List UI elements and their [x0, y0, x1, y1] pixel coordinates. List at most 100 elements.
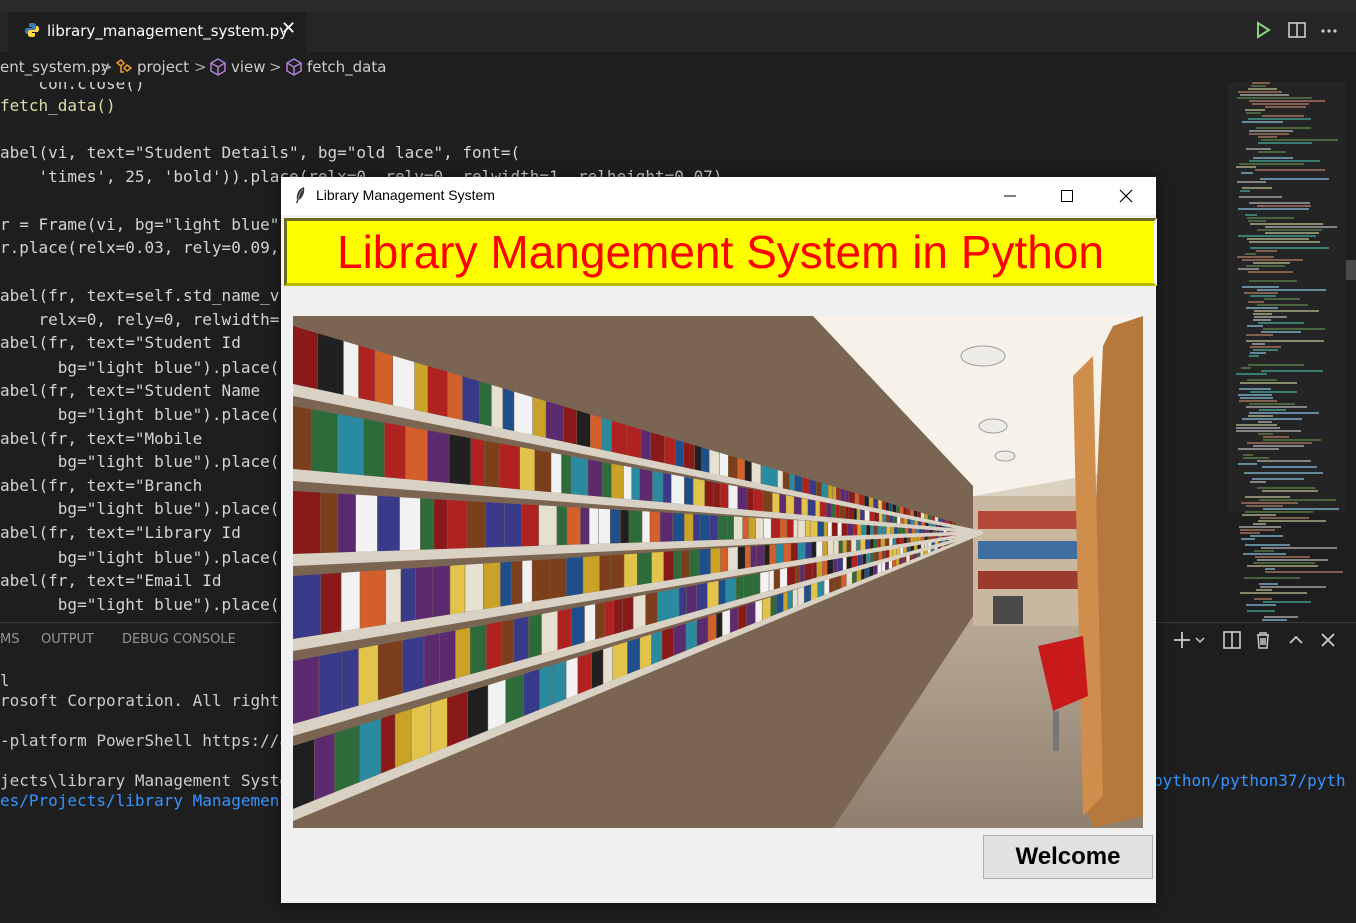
minimap-line	[1257, 559, 1328, 561]
book-spine	[602, 417, 612, 452]
maximize-panel-icon[interactable]	[1286, 630, 1306, 650]
minimap-line	[1250, 352, 1266, 354]
code-line: abel(fr, text="Library Id	[0, 523, 241, 542]
book-spine	[699, 548, 711, 576]
book-spine	[622, 596, 633, 632]
book-spine	[455, 627, 470, 679]
minimap-line	[1242, 187, 1272, 189]
minimap-line	[1256, 127, 1311, 129]
add-terminal-icon[interactable]	[1172, 630, 1210, 650]
book-spine	[439, 630, 456, 684]
minimap-line	[1242, 121, 1283, 123]
terminal-path-link[interactable]: python/python37/pyth	[1153, 771, 1346, 790]
book-spine	[828, 540, 834, 556]
book-spine	[788, 590, 793, 610]
book-spine	[672, 513, 685, 542]
book-spine	[590, 414, 602, 450]
book-spine	[342, 648, 359, 711]
book-spine	[719, 452, 729, 477]
breadcrumb-item-view[interactable]: view	[231, 58, 266, 76]
book-spine	[832, 486, 837, 500]
minimap-line	[1236, 430, 1301, 432]
minimap-line	[1250, 247, 1329, 249]
minimap-line	[1243, 457, 1269, 459]
breadcrumb-item-project[interactable]: project	[137, 58, 189, 76]
editor-scrollbar[interactable]	[1346, 82, 1356, 622]
book-spine	[755, 599, 762, 623]
book-spine	[771, 518, 780, 539]
book-spine	[414, 362, 428, 413]
more-icon[interactable]	[1319, 20, 1339, 40]
scrollbar-thumb[interactable]	[1346, 260, 1356, 280]
book-spine	[832, 522, 838, 537]
tab-problems[interactable]: MS	[0, 632, 19, 647]
book-spine	[736, 576, 744, 600]
book-spine	[841, 522, 848, 536]
book-spine	[686, 585, 697, 614]
book-spine	[737, 486, 747, 510]
minimap-line	[1254, 310, 1319, 312]
book-spine	[728, 484, 738, 509]
library-bookshelves-photo	[293, 316, 1143, 828]
tab-debug-console[interactable]: DEBUG CONSOLE	[122, 632, 236, 647]
book-spine	[763, 518, 771, 539]
book-spine	[639, 468, 653, 502]
book-spine	[882, 525, 887, 535]
book-spine	[571, 606, 585, 646]
book-spine	[812, 562, 817, 579]
book-spine	[402, 636, 424, 694]
minimap-line	[1258, 151, 1286, 153]
minimap-line	[1259, 409, 1286, 411]
welcome-button[interactable]: Welcome	[983, 835, 1153, 879]
code-line: bg="light blue").place(r	[0, 358, 289, 377]
book-spine	[657, 590, 670, 623]
split-editor-icon[interactable]	[1287, 20, 1307, 40]
book-spine	[747, 488, 754, 511]
code-line: fetch_data()	[0, 96, 116, 115]
split-terminal-icon[interactable]	[1222, 630, 1242, 650]
minimap-line	[1248, 301, 1264, 303]
book-spine	[856, 539, 861, 551]
book-spine	[610, 509, 621, 544]
minimize-icon[interactable]	[981, 177, 1039, 215]
book-spine	[770, 595, 777, 617]
book-spine	[853, 507, 857, 520]
minimap-line	[1239, 163, 1304, 165]
book-spine	[449, 434, 471, 485]
tab-filename: library_management_system.py	[47, 22, 289, 40]
close-icon[interactable]	[1097, 177, 1155, 215]
book-spine	[716, 612, 722, 639]
book-spine	[826, 502, 832, 518]
book-spine	[769, 544, 776, 565]
minimap-line	[1256, 250, 1277, 252]
minimap[interactable]	[1228, 82, 1346, 622]
book-spine	[846, 571, 852, 586]
book-spine	[805, 542, 811, 559]
maximize-icon[interactable]	[1038, 177, 1096, 215]
breadcrumb-item-file[interactable]: ent_system.py	[0, 58, 110, 76]
run-icon[interactable]	[1253, 20, 1273, 40]
book-spine	[465, 563, 484, 613]
book-spine	[480, 381, 492, 427]
breadcrumb-item-fetch-data[interactable]: fetch_data	[307, 58, 386, 76]
tab-output[interactable]: OUTPUT	[41, 632, 94, 647]
tk-title-bar[interactable]: Library Management System	[281, 177, 1156, 215]
minimap-line	[1258, 520, 1326, 522]
minimap-line	[1243, 454, 1253, 456]
book-spine	[780, 519, 787, 538]
book-spine	[651, 551, 664, 583]
book-spine	[320, 492, 338, 554]
book-spine	[641, 429, 651, 461]
tab-close-icon[interactable]: ✕	[281, 18, 296, 39]
code-line: bg="light blue").place(r	[0, 595, 289, 614]
close-panel-icon[interactable]	[1318, 630, 1338, 650]
book-spine	[815, 500, 820, 517]
minimap-line	[1239, 388, 1271, 390]
book-spine	[838, 540, 843, 554]
book-spine	[595, 602, 605, 640]
book-spine	[878, 524, 883, 535]
book-spine	[811, 582, 818, 601]
trash-icon[interactable]	[1254, 630, 1272, 650]
book-spine	[776, 593, 784, 615]
minimap-line	[1261, 139, 1338, 141]
